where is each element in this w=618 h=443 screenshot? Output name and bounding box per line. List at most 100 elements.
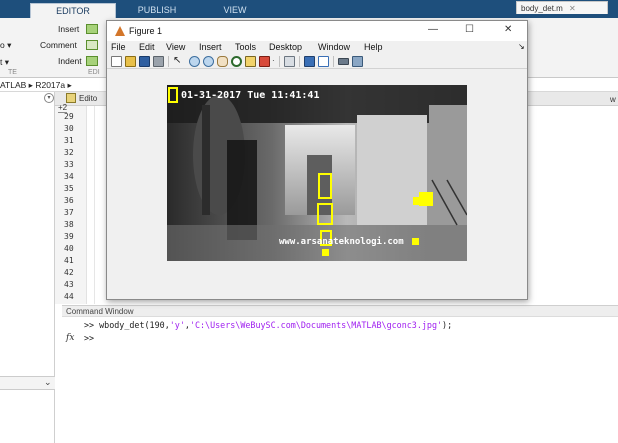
editor-margin xyxy=(94,106,95,304)
line-number: 29 xyxy=(64,112,74,121)
close-icon[interactable]: ✕ xyxy=(504,24,512,35)
menu-desktop[interactable]: Desktop xyxy=(269,42,302,52)
address-more-icon[interactable]: ▸ xyxy=(67,80,71,90)
detection-box xyxy=(318,173,332,199)
command-window[interactable] xyxy=(62,317,618,443)
toolbar-divider xyxy=(168,56,169,67)
image-watermark: www.arsanateknologi.com xyxy=(279,237,404,247)
detection-marker xyxy=(413,197,421,205)
line-number: 33 xyxy=(64,160,74,169)
line-number: 34 xyxy=(64,172,74,181)
line-number: 42 xyxy=(64,268,74,277)
detection-marker xyxy=(412,238,419,245)
chevron-down-icon[interactable]: ⌄ xyxy=(44,377,52,388)
detection-marker xyxy=(322,249,329,256)
menu-help[interactable]: Help xyxy=(364,42,383,52)
line-number: 40 xyxy=(64,244,74,253)
line-number: 35 xyxy=(64,184,74,193)
line-number: 43 xyxy=(64,280,74,289)
line-number: 38 xyxy=(64,220,74,229)
ribbon-group-label: TE xyxy=(8,69,17,76)
brush-dropdown-icon[interactable]: · xyxy=(272,56,275,65)
save-icon[interactable] xyxy=(139,56,150,67)
menu-edit[interactable]: Edit xyxy=(139,42,155,52)
thermal-scene xyxy=(167,85,467,261)
editor-icon xyxy=(66,93,76,103)
zoom-out-icon[interactable] xyxy=(203,56,214,67)
insert-icon xyxy=(86,24,98,34)
ribbon-group-edit: EDI xyxy=(88,69,100,76)
toolbar-divider-3 xyxy=(299,56,300,67)
editor-tab-trunc[interactable]: w xyxy=(610,95,616,104)
show-plot-tools-icon[interactable] xyxy=(352,56,363,67)
indent-icon xyxy=(86,56,98,66)
data-cursor-icon[interactable] xyxy=(245,56,256,67)
zoom-in-icon[interactable] xyxy=(189,56,200,67)
detection-box xyxy=(168,87,178,103)
line-number: 37 xyxy=(64,208,74,217)
figure-toolbar: ↖ · xyxy=(107,54,527,69)
insert-button[interactable]: Insert xyxy=(58,24,79,34)
figure-window[interactable]: Figure 1 — ☐ ✕ File Edit View Insert Too… xyxy=(106,20,528,300)
legend-icon[interactable] xyxy=(318,56,329,67)
line-number: 44 xyxy=(64,292,74,301)
command-window-header: Command Window xyxy=(62,305,618,317)
ribbon-left-trunc-2[interactable]: t ▾ xyxy=(0,57,9,68)
editor-header: Edito xyxy=(79,94,98,103)
new-figure-icon[interactable] xyxy=(111,56,122,67)
line-number: 39 xyxy=(64,232,74,241)
address-root[interactable]: ATLAB xyxy=(0,80,26,90)
ribbon-left-trunc[interactable]: o ▾ xyxy=(0,40,11,51)
tab-editor[interactable]: EDITOR xyxy=(30,3,116,18)
hide-plot-tools-icon[interactable] xyxy=(338,58,349,65)
comment-button[interactable]: Comment xyxy=(40,40,77,50)
address-sep-icon: ▸ xyxy=(28,80,33,90)
print-icon[interactable] xyxy=(153,56,164,67)
rotate-icon[interactable] xyxy=(231,56,242,67)
line-number: 41 xyxy=(64,256,74,265)
pan-icon[interactable] xyxy=(217,56,228,67)
link-icon[interactable] xyxy=(284,56,295,67)
image-timestamp: 01-31-2017 Tue 11:41:41 xyxy=(181,90,320,101)
menu-file[interactable]: File xyxy=(111,42,126,52)
menu-tools[interactable]: Tools xyxy=(235,42,256,52)
line-number: 32 xyxy=(64,148,74,157)
address-folder[interactable]: R2017a xyxy=(35,80,65,90)
colorbar-icon[interactable] xyxy=(304,56,315,67)
maximize-icon[interactable]: ☐ xyxy=(465,24,474,35)
indent-button[interactable]: Indent xyxy=(58,56,82,66)
line-number: 30 xyxy=(64,124,74,133)
comment-icon xyxy=(86,40,98,50)
open-icon[interactable] xyxy=(125,56,136,67)
editor-tab-label: body_det.m xyxy=(521,4,563,13)
figure-title: Figure 1 xyxy=(129,26,163,36)
close-icon[interactable]: ✕ xyxy=(569,4,576,13)
command-prompt-active[interactable]: >> xyxy=(84,333,94,343)
brush-icon[interactable] xyxy=(259,56,270,67)
line-number: 36 xyxy=(64,196,74,205)
tab-publish[interactable]: PUBLISH xyxy=(120,3,194,18)
line-number: 31 xyxy=(64,136,74,145)
folder-actions-icon[interactable]: ▾ xyxy=(44,93,54,103)
command-end: ); xyxy=(442,320,453,330)
tab-view[interactable]: VIEW xyxy=(198,3,272,18)
command-prompt: >> xyxy=(84,320,95,330)
menu-insert[interactable]: Insert xyxy=(199,42,222,52)
detection-box xyxy=(317,203,333,225)
toolbar-divider-4 xyxy=(333,56,334,67)
detection-marker xyxy=(419,192,433,206)
menu-view[interactable]: View xyxy=(166,42,185,52)
thermal-image: 01-31-2017 Tue 11:41:41 www.arsanateknol… xyxy=(167,85,467,261)
fx-icon[interactable]: fx xyxy=(66,333,74,343)
pointer-icon[interactable]: ↖ xyxy=(173,56,184,67)
toolbar-divider-2 xyxy=(279,56,280,67)
menu-dock-arrow-icon[interactable]: ↘ xyxy=(518,42,525,51)
menu-window[interactable]: Window xyxy=(318,42,350,52)
command-history-line[interactable]: >> wbody_det(190,'y','C:\Users\WeBuySC.c… xyxy=(84,320,452,330)
command-arg2: 'C:\Users\WeBuySC.com\Documents\MATLAB\g… xyxy=(189,320,443,330)
command-fn: wbody_det(190, xyxy=(99,320,170,330)
command-arg1: 'y' xyxy=(169,320,185,330)
minimize-icon[interactable]: — xyxy=(428,24,438,35)
editor-tab-wbody-det[interactable]: body_det.m ✕ xyxy=(516,1,608,14)
figure-title-bar[interactable] xyxy=(107,21,527,41)
